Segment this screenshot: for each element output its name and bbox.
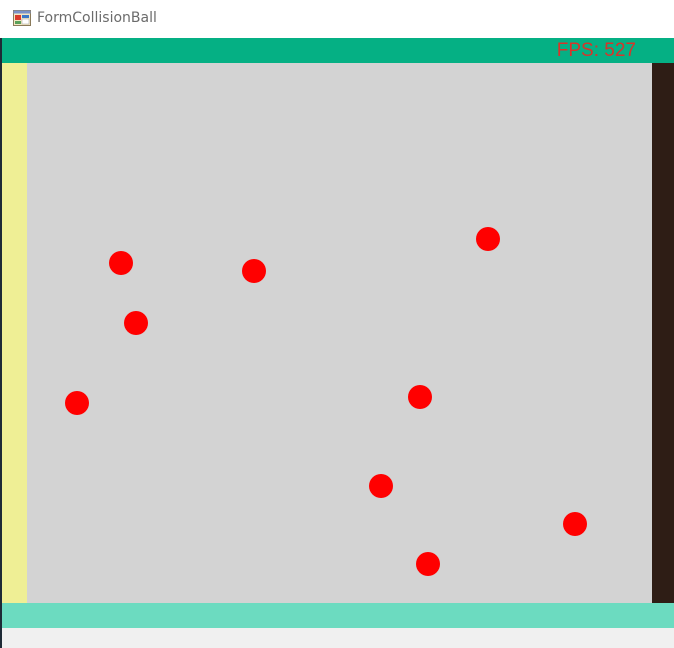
right-wall [652, 63, 674, 603]
app-window-icon [13, 10, 31, 26]
window-bottom-strip [2, 628, 674, 648]
ball [124, 311, 148, 335]
bottom-wall [2, 603, 674, 628]
ball [242, 259, 266, 283]
app-window: FormCollisionBall FPS: 527 [0, 0, 674, 648]
title-bar[interactable]: FormCollisionBall [0, 0, 674, 38]
fps-counter: FPS: 527 [556, 40, 636, 61]
ball [563, 512, 587, 536]
play-area [2, 63, 674, 603]
left-wall [2, 63, 27, 603]
ball [416, 552, 440, 576]
ball [408, 385, 432, 409]
ball [109, 251, 133, 275]
ball [65, 391, 89, 415]
window-title: FormCollisionBall [37, 10, 157, 26]
ball [369, 474, 393, 498]
top-wall: FPS: 527 [2, 38, 674, 63]
ball [476, 227, 500, 251]
